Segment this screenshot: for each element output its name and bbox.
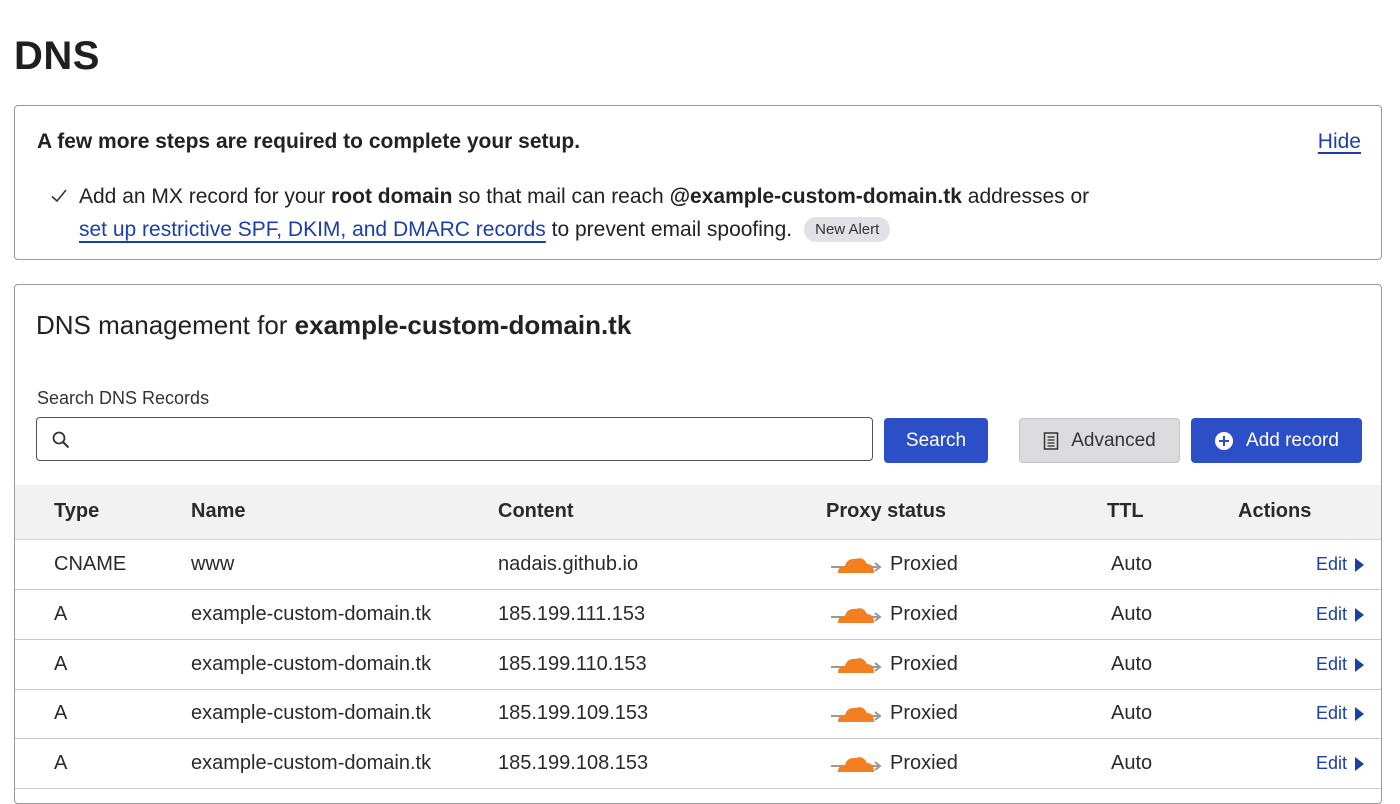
cell-name: www — [191, 553, 235, 575]
edit-action[interactable]: Edit — [1316, 654, 1365, 675]
cell-proxy-status: Proxied — [830, 700, 958, 726]
header-proxy-status[interactable]: Proxy status — [826, 500, 946, 523]
alert-heading: A few more steps are required to complet… — [37, 130, 581, 153]
add-record-label: Add record — [1246, 429, 1339, 451]
edit-action[interactable]: Edit — [1316, 753, 1365, 774]
new-alert-badge: New Alert — [804, 217, 891, 242]
dns-management-card: DNS management for example-custom-domain… — [14, 284, 1382, 804]
proxy-label: Proxied — [890, 602, 958, 625]
table-row: A example-custom-domain.tk 185.199.111.1… — [15, 590, 1381, 640]
cell-proxy-status: Proxied — [830, 601, 958, 627]
page-title: DNS — [14, 34, 100, 78]
table-row: A example-custom-domain.tk 185.199.110.1… — [15, 640, 1381, 690]
cell-type: A — [54, 603, 68, 625]
table-row: A example-custom-domain.tk 185.199.108.1… — [15, 739, 1381, 789]
header-name[interactable]: Name — [191, 500, 245, 523]
cell-content: 185.199.111.153 — [498, 603, 646, 625]
cell-name: example-custom-domain.tk — [191, 653, 432, 675]
spf-dkim-dmarc-link[interactable]: set up restrictive SPF, DKIM, and DMARC … — [79, 218, 546, 242]
management-title-prefix: DNS management for — [36, 310, 295, 340]
caret-right-icon — [1355, 657, 1364, 672]
edit-label: Edit — [1315, 554, 1347, 574]
edit-label: Edit — [1315, 654, 1347, 674]
management-title: DNS management for example-custom-domain… — [36, 310, 631, 341]
edit-label: Edit — [1315, 703, 1347, 723]
cloud-icon — [831, 658, 882, 673]
search-icon — [52, 431, 70, 449]
cell-type: A — [54, 752, 68, 774]
caret-right-icon — [1355, 706, 1364, 721]
header-content[interactable]: Content — [498, 500, 574, 523]
setup-alert-card: A few more steps are required to complet… — [14, 105, 1382, 260]
cell-proxy-status: Proxied — [830, 750, 958, 776]
advanced-button-label: Advanced — [1071, 429, 1156, 451]
cell-ttl: Auto — [1111, 702, 1153, 724]
caret-right-icon — [1355, 756, 1364, 771]
cell-ttl: Auto — [1111, 653, 1153, 675]
caret-right-icon — [1355, 607, 1364, 622]
advanced-button[interactable]: Advanced — [1019, 418, 1180, 463]
edit-action[interactable]: Edit — [1316, 604, 1365, 625]
alert-mx-text: Add an MX record for your root domain so… — [79, 185, 1089, 209]
edit-label: Edit — [1315, 753, 1347, 773]
search-box[interactable] — [36, 417, 873, 462]
edit-label: Edit — [1315, 604, 1347, 624]
cell-proxy-status: Proxied — [830, 551, 958, 577]
cell-name: example-custom-domain.tk — [191, 603, 432, 625]
table-row: CNAME www nadais.github.io Proxied Auto … — [15, 540, 1381, 590]
header-ttl[interactable]: TTL — [1107, 500, 1144, 523]
cloud-icon — [831, 707, 882, 722]
cell-content: 185.199.109.153 — [498, 702, 649, 724]
header-actions: Actions — [1238, 500, 1312, 522]
check-icon — [51, 189, 67, 203]
proxy-label: Proxied — [890, 701, 958, 724]
cloud-icon — [831, 558, 882, 573]
proxy-label: Proxied — [890, 652, 958, 675]
caret-right-icon — [1355, 557, 1364, 572]
cell-name: example-custom-domain.tk — [191, 702, 432, 724]
alert-text-part: to prevent email spoofing. — [545, 217, 793, 241]
proxy-label: Proxied — [890, 552, 958, 575]
cell-type: A — [54, 653, 68, 675]
cell-name: example-custom-domain.tk — [191, 752, 432, 774]
cloud-icon — [831, 608, 882, 623]
cell-content: 185.199.108.153 — [498, 752, 649, 774]
cloud-icon — [831, 757, 882, 772]
alert-text-part: addresses or — [961, 185, 1090, 208]
proxy-label: Proxied — [890, 751, 958, 774]
add-record-button[interactable]: Add record — [1191, 418, 1362, 463]
plus-circle-icon — [1214, 431, 1234, 451]
alert-text-part: Add an MX record for your — [79, 185, 332, 208]
search-label: Search DNS Records — [37, 388, 210, 408]
search-input[interactable] — [81, 418, 864, 462]
hide-link[interactable]: Hide — [1318, 130, 1361, 154]
cell-type: CNAME — [54, 553, 127, 575]
cell-ttl: Auto — [1111, 752, 1153, 774]
dns-table-header: Type Name Content Proxy status TTL Actio… — [15, 485, 1381, 540]
alert-root-domain: root domain — [331, 185, 453, 208]
cell-ttl: Auto — [1111, 603, 1153, 625]
edit-action[interactable]: Edit — [1316, 554, 1365, 575]
edit-action[interactable]: Edit — [1316, 703, 1365, 724]
cell-proxy-status: Proxied — [830, 651, 958, 677]
search-button[interactable]: Search — [884, 418, 988, 463]
document-icon — [1043, 431, 1059, 450]
cell-content: nadais.github.io — [498, 553, 639, 575]
cell-type: A — [54, 702, 68, 724]
table-row: A example-custom-domain.tk 185.199.109.1… — [15, 689, 1381, 739]
management-domain: example-custom-domain.tk — [294, 310, 632, 340]
alert-spf-text: set up restrictive SPF, DKIM, and DMARC … — [79, 217, 891, 242]
alert-text-part: so that mail can reach — [452, 185, 670, 208]
header-type[interactable]: Type — [54, 500, 99, 523]
cell-content: 185.199.110.153 — [498, 653, 647, 675]
alert-email-domain: @example-custom-domain.tk — [669, 185, 962, 208]
cell-ttl: Auto — [1111, 553, 1153, 575]
